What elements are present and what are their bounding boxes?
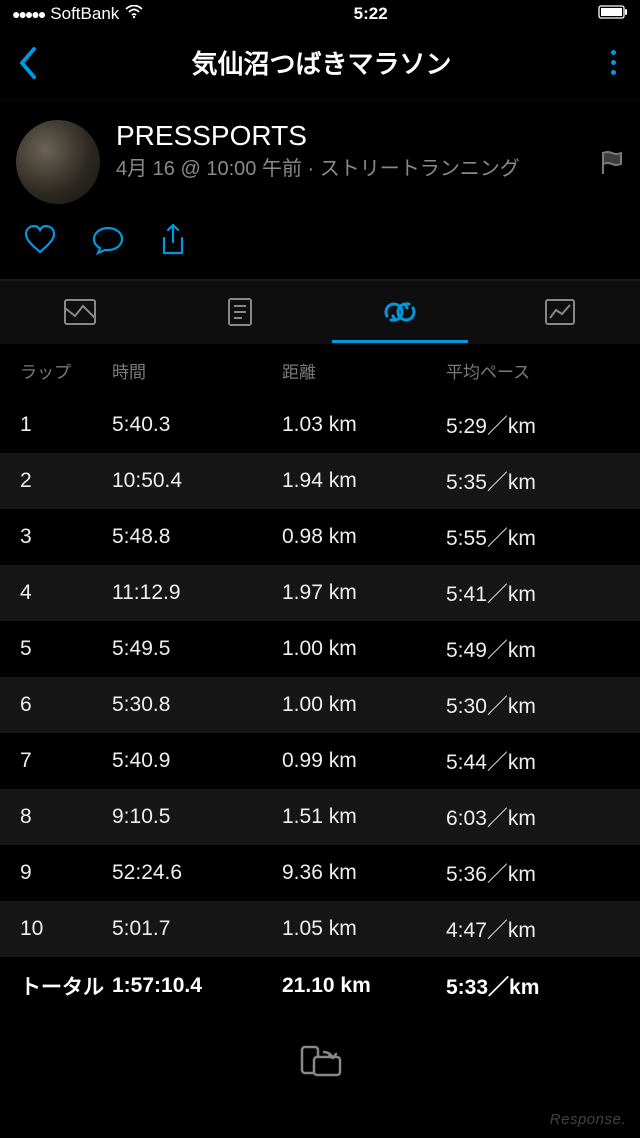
cell-pace: 4:47／km <box>446 914 640 944</box>
table-row[interactable]: 411:12.91.97 km5:41／km <box>0 565 640 621</box>
status-left: ●●●●● SoftBank <box>12 4 143 24</box>
like-button[interactable] <box>24 225 56 260</box>
cell-pace: 5:30／km <box>446 690 640 720</box>
profile-info: PRESSPORTS 4月 16 @ 10:00 午前 · ストリートランニング <box>116 120 584 183</box>
cell-lap: 3 <box>0 525 112 549</box>
tab-laps[interactable] <box>320 281 480 343</box>
comment-button[interactable] <box>92 225 124 260</box>
cell-lap: 10 <box>0 917 112 941</box>
table-row[interactable]: 952:24.69.36 km5:36／km <box>0 845 640 901</box>
cell-pace: 5:49／km <box>446 634 640 664</box>
table-row[interactable]: 89:10.51.51 km6:03／km <box>0 789 640 845</box>
tab-bar <box>0 281 640 344</box>
rotate-hint[interactable] <box>0 1015 640 1111</box>
status-bar: ●●●●● SoftBank 5:22 <box>0 0 640 28</box>
cell-time: 5:30.8 <box>112 693 282 717</box>
cell-time: 52:24.6 <box>112 861 282 885</box>
cell-lap: 2 <box>0 469 112 493</box>
cell-time: 5:01.7 <box>112 917 282 941</box>
cell-time: 5:48.8 <box>112 525 282 549</box>
table-row[interactable]: 15:40.31.03 km5:29／km <box>0 397 640 453</box>
battery-icon <box>598 4 628 24</box>
share-button[interactable] <box>160 224 186 261</box>
status-right <box>598 4 628 24</box>
cell-lap: 5 <box>0 637 112 661</box>
flag-icon[interactable] <box>600 150 624 182</box>
more-button[interactable] <box>605 46 622 79</box>
table-row[interactable]: 55:49.51.00 km5:49／km <box>0 621 640 677</box>
table-row[interactable]: 35:48.80.98 km5:55／km <box>0 509 640 565</box>
total-distance: 21.10 km <box>282 974 446 998</box>
header-distance: 距離 <box>282 358 446 383</box>
cell-time: 9:10.5 <box>112 805 282 829</box>
profile-section: PRESSPORTS 4月 16 @ 10:00 午前 · ストリートランニング <box>0 100 640 212</box>
cell-lap: 4 <box>0 581 112 605</box>
page-title: 気仙沼つばきマラソン <box>38 44 605 81</box>
cell-time: 5:49.5 <box>112 637 282 661</box>
laps-table: 15:40.31.03 km5:29／km210:50.41.94 km5:35… <box>0 397 640 957</box>
header-pace: 平均ペース <box>446 358 640 383</box>
cell-distance: 9.36 km <box>282 861 446 885</box>
table-row[interactable]: 65:30.81.00 km5:30／km <box>0 677 640 733</box>
cell-time: 5:40.9 <box>112 749 282 773</box>
cell-pace: 5:55／km <box>446 522 640 552</box>
carrier-label: SoftBank <box>50 4 119 24</box>
back-button[interactable] <box>18 46 38 80</box>
social-actions <box>0 212 640 281</box>
cell-distance: 1.94 km <box>282 469 446 493</box>
tab-map[interactable] <box>0 281 160 343</box>
header-time: 時間 <box>112 358 282 383</box>
cell-pace: 6:03／km <box>446 802 640 832</box>
table-row[interactable]: 105:01.71.05 km4:47／km <box>0 901 640 957</box>
rotate-device-icon <box>296 1043 344 1083</box>
signal-dots-icon: ●●●●● <box>12 6 44 22</box>
cell-pace: 5:41／km <box>446 578 640 608</box>
cell-distance: 0.99 km <box>282 749 446 773</box>
cell-lap: 7 <box>0 749 112 773</box>
tab-charts[interactable] <box>480 281 640 343</box>
cell-distance: 1.97 km <box>282 581 446 605</box>
table-row[interactable]: 210:50.41.94 km5:35／km <box>0 453 640 509</box>
cell-distance: 0.98 km <box>282 525 446 549</box>
cell-distance: 1.03 km <box>282 413 446 437</box>
table-header: ラップ 時間 距離 平均ペース <box>0 344 640 397</box>
status-time: 5:22 <box>354 4 388 24</box>
nav-bar: 気仙沼つばきマラソン <box>0 28 640 100</box>
tab-details[interactable] <box>160 281 320 343</box>
cell-time: 10:50.4 <box>112 469 282 493</box>
profile-meta: 4月 16 @ 10:00 午前 · ストリートランニング <box>116 156 584 183</box>
cell-lap: 6 <box>0 693 112 717</box>
wifi-icon <box>125 4 143 24</box>
cell-time: 11:12.9 <box>112 581 282 605</box>
watermark: Response. <box>550 1111 626 1128</box>
profile-name: PRESSPORTS <box>116 120 584 152</box>
cell-lap: 9 <box>0 861 112 885</box>
avatar[interactable] <box>16 120 100 204</box>
cell-distance: 1.51 km <box>282 805 446 829</box>
cell-pace: 5:44／km <box>446 746 640 776</box>
cell-pace: 5:29／km <box>446 410 640 440</box>
total-time: 1:57:10.4 <box>112 974 282 998</box>
header-lap: ラップ <box>0 358 112 383</box>
cell-pace: 5:35／km <box>446 466 640 496</box>
cell-lap: 8 <box>0 805 112 829</box>
cell-distance: 1.00 km <box>282 637 446 661</box>
table-row[interactable]: 75:40.90.99 km5:44／km <box>0 733 640 789</box>
cell-time: 5:40.3 <box>112 413 282 437</box>
total-pace: 5:33／km <box>446 971 640 1001</box>
cell-distance: 1.05 km <box>282 917 446 941</box>
cell-pace: 5:36／km <box>446 858 640 888</box>
total-label: トータル <box>0 971 112 1001</box>
cell-distance: 1.00 km <box>282 693 446 717</box>
total-row: トータル 1:57:10.4 21.10 km 5:33／km <box>0 957 640 1015</box>
cell-lap: 1 <box>0 413 112 437</box>
